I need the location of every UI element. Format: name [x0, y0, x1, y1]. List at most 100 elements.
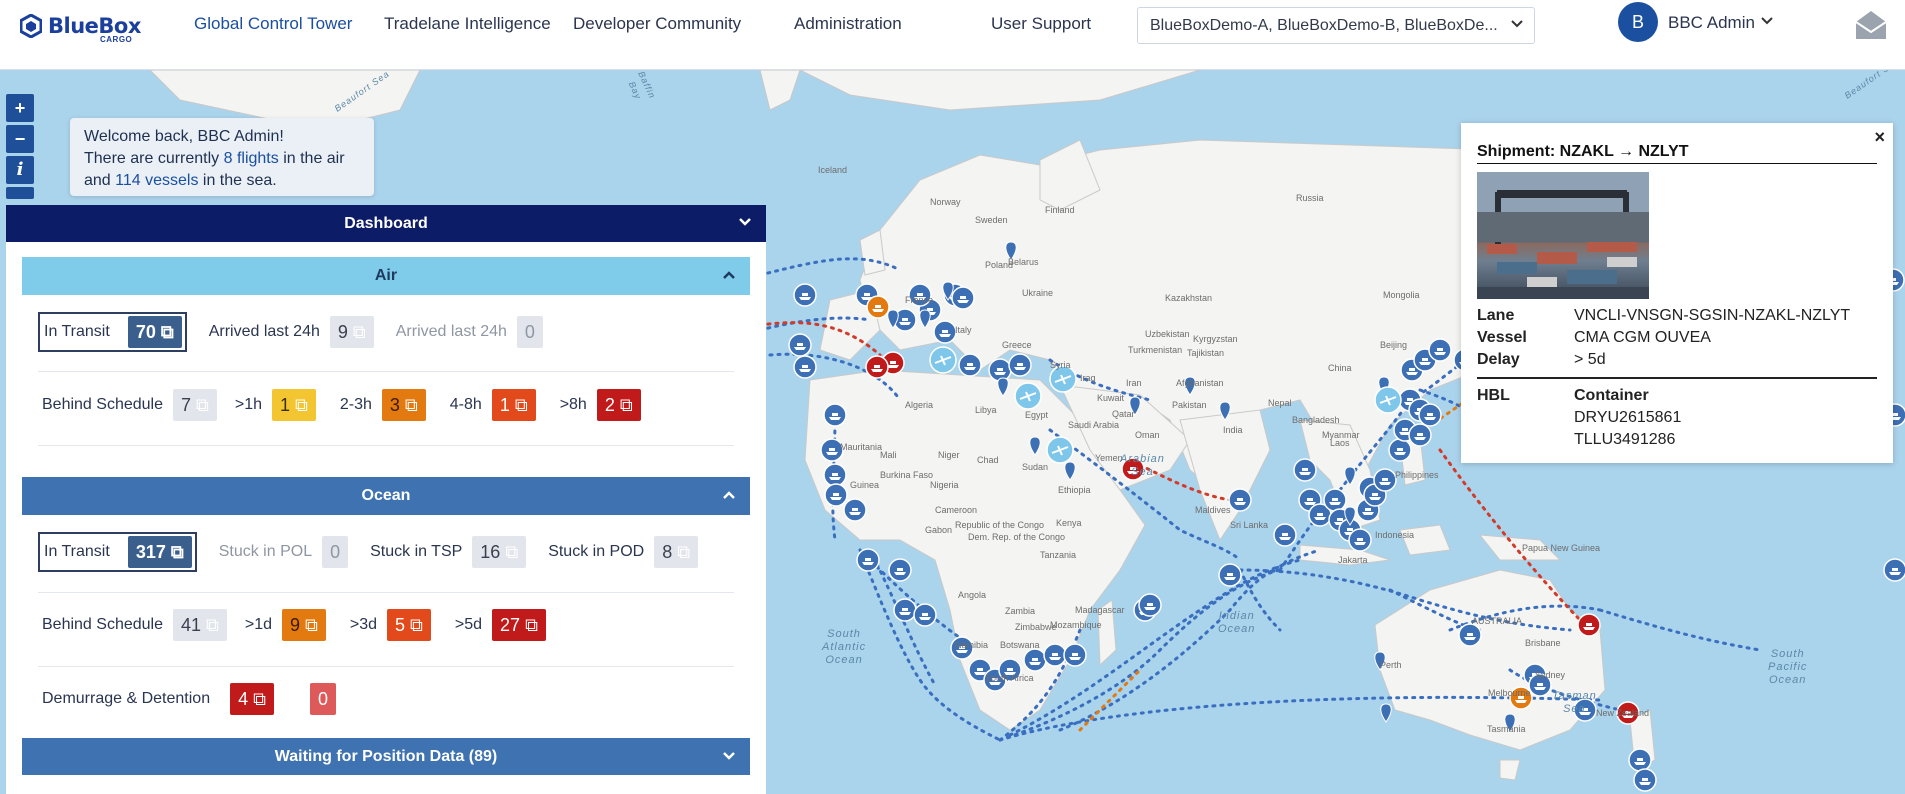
nav-administration[interactable]: Administration [794, 14, 902, 34]
map-label-chad: Chad [977, 455, 999, 465]
user-name[interactable]: BBC Admin [1668, 13, 1755, 33]
map-label-afghanistan: Afghanistan [1176, 378, 1224, 388]
chevron-down-icon[interactable] [722, 751, 736, 761]
air-b4-count[interactable]: 2 ⧉ [596, 389, 641, 421]
ocean-pod-count[interactable]: 8 ⧉ [654, 536, 699, 568]
delay-row: Delay > 5d [1477, 349, 1877, 371]
zoom-out-button[interactable]: − [6, 125, 34, 153]
chevron-down-icon[interactable] [738, 217, 752, 227]
shipment-title: Shipment: NZAKL → NZLYT [1477, 143, 1877, 164]
ocean-dd-row: Demurrage & Detention 4 ⧉ 0 [38, 683, 346, 715]
map-label-iraq: Iraq [1080, 373, 1096, 383]
welcome-card: Welcome back, BBC Admin! There are curre… [70, 118, 374, 196]
map-label-sri-lanka: Sri Lanka [1230, 520, 1269, 530]
map-label-guinea: Guinea [850, 480, 880, 490]
location-pin-icon[interactable] [1380, 703, 1392, 723]
map-label-libya: Libya [975, 405, 997, 415]
map-label-yemen: Yemen [1095, 453, 1123, 463]
map-label-mozambique: Mozambique [1050, 620, 1102, 630]
external-link-icon: ⧉ [196, 394, 209, 415]
map-label-angola: Angola [958, 590, 987, 600]
air-in-transit-count[interactable]: 70 ⧉ [127, 316, 182, 348]
map-label-australia: AUSTRALIA [1472, 616, 1523, 626]
nav-developer-community[interactable]: Developer Community [573, 14, 741, 34]
air-behind-count[interactable]: 7 ⧉ [172, 389, 217, 421]
count-value: 16 [480, 541, 501, 562]
waiting-position-header[interactable]: Waiting for Position Data (89) [22, 738, 750, 775]
map-label-finland: Finland [1045, 205, 1075, 215]
map-label-bangladesh: Bangladesh [1292, 415, 1340, 425]
map-label-brisbane: Brisbane [1525, 638, 1561, 648]
air-arrived-count[interactable]: 9 ⧉ [329, 316, 374, 348]
map-label-jakarta: Jakarta [1338, 555, 1368, 565]
info-button[interactable]: i [6, 156, 34, 184]
chevron-up-icon[interactable] [722, 490, 736, 500]
external-link-icon: ⧉ [160, 321, 174, 342]
map-label-perth: Perth [1380, 660, 1402, 670]
ocean-transit-row: In Transit 317 ⧉ Stuck in POL 0 Stuck in … [38, 532, 708, 572]
count-value: 2 [604, 394, 615, 415]
external-link-icon: ⧉ [305, 614, 318, 635]
tenant-select-value: BlueBoxDemo-A, BlueBoxDemo-B, BlueBoxDe.… [1150, 17, 1498, 34]
ocean-pol-count: 0 [322, 536, 349, 568]
air-behind-row: Behind Schedule 7 ⧉ >1h 1 ⧉ 2-3h 3 ⧉ 4-8h 1… [38, 389, 651, 421]
zoom-in-button[interactable]: + [6, 94, 34, 122]
dashboard-header[interactable]: Dashboard [6, 205, 766, 242]
welcome-text: in the sea. [198, 172, 277, 189]
count-value: 1 [280, 394, 291, 415]
container-id[interactable]: DRYU2615861 [1574, 407, 1877, 429]
ocean-b3-count[interactable]: 27 ⧉ [492, 609, 546, 641]
shipment-popup: × Shipment: NZAKL → NZLYT Lane VNCLI-VNSG… [1461, 123, 1893, 463]
map-label-ukraine: Ukraine [1022, 288, 1054, 298]
bluebox-logo[interactable]: BlueBox CARGO [20, 14, 141, 44]
vessel-value: CMA CGM OUVEA [1574, 329, 1711, 346]
ocean-dd-count[interactable]: 4 ⧉ [230, 683, 274, 715]
air-b1-count[interactable]: 1 ⧉ [272, 389, 316, 421]
ocean-b1-count[interactable]: 9 ⧉ [282, 609, 326, 641]
nav-user-support[interactable]: User Support [991, 14, 1091, 34]
divider [1477, 377, 1877, 379]
close-icon[interactable]: × [1874, 127, 1885, 148]
ocean-dd-label: Demurrage & Detention [42, 690, 211, 707]
count-value: 317 [135, 541, 166, 562]
user-menu-chevron-icon[interactable] [1760, 16, 1774, 26]
ocean-in-transit-count[interactable]: 317 ⧉ [127, 536, 192, 568]
air-in-transit-label: In Transit [44, 323, 110, 340]
ocean-b1-label: >1d [244, 616, 273, 633]
count-value: 3 [389, 394, 400, 415]
chevron-up-icon[interactable] [722, 270, 736, 280]
welcome-line-3: and 114 vessels in the sea. [84, 170, 360, 192]
ocean-behind-count[interactable]: 41 ⧉ [172, 609, 227, 641]
external-link-icon: ⧉ [295, 394, 308, 415]
divider [38, 371, 734, 372]
tenant-select[interactable]: BlueBoxDemo-A, BlueBoxDemo-B, BlueBoxDe.… [1137, 7, 1535, 44]
map-label-madagascar: Madagascar [1075, 605, 1125, 615]
air-b3-count[interactable]: 1 ⧉ [491, 389, 536, 421]
external-link-icon: ⧉ [525, 614, 538, 635]
map-label-indonesia: Indonesia [1375, 530, 1415, 540]
user-avatar[interactable]: B [1618, 2, 1658, 42]
air-b2-count[interactable]: 3 ⧉ [381, 389, 426, 421]
ocean-pol-label: Stuck in POL [218, 543, 313, 560]
nav-global-control-tower[interactable]: Global Control Tower [194, 14, 352, 34]
count-value: 27 [500, 614, 521, 635]
map-label-zambia: Zambia [1005, 606, 1036, 616]
air-in-transit-box[interactable]: In Transit 70 ⧉ [38, 312, 187, 352]
hbl-row: HBL Container [1477, 385, 1877, 407]
welcome-line-2: There are currently 8 flights in the air [84, 148, 360, 170]
count-value: 8 [662, 541, 673, 562]
air-section-header[interactable]: Air [22, 257, 750, 295]
container-id[interactable]: TLLU3491286 [1574, 429, 1877, 451]
ocean-section-header[interactable]: Ocean [22, 477, 750, 515]
ocean-tsp-count[interactable]: 16 ⧉ [472, 536, 527, 568]
map-label-oman: Oman [1135, 430, 1160, 440]
ocean-in-transit-box[interactable]: In Transit 317 ⧉ [38, 532, 197, 572]
map-label-turkmenistan: Turkmenistan [1128, 345, 1183, 355]
notifications-inbox-icon[interactable] [1853, 8, 1889, 42]
ocean-b2-count[interactable]: 5 ⧉ [387, 609, 431, 641]
external-link-icon: ⧉ [170, 541, 184, 562]
map-label-sweden: Sweden [975, 215, 1008, 225]
nav-tradelane-intelligence[interactable]: Tradelane Intelligence [384, 14, 551, 34]
settings-button[interactable] [6, 187, 34, 199]
map-label-sydney: Sydney [1535, 670, 1566, 680]
